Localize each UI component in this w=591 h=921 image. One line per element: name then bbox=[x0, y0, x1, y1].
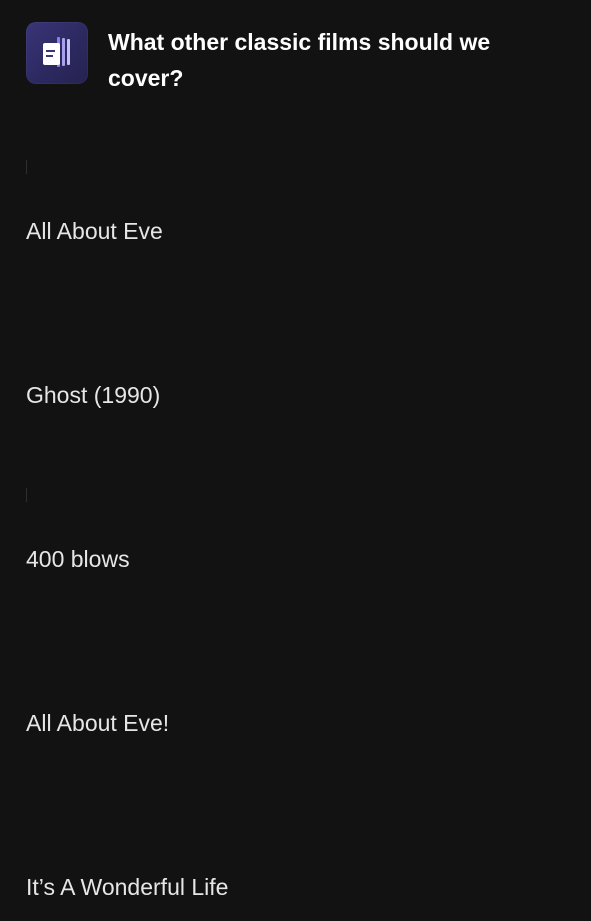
divider bbox=[26, 488, 27, 502]
answer-item[interactable]: Ghost (1990) bbox=[26, 381, 160, 409]
podcast-stack-icon bbox=[26, 22, 88, 84]
question-header: What other classic films should we cover… bbox=[26, 22, 566, 96]
answer-item[interactable]: All About Eve! bbox=[26, 709, 169, 737]
answer-list: All About Eve Ghost (1990) 400 blows All… bbox=[0, 0, 591, 921]
answer-item[interactable]: 400 blows bbox=[26, 545, 130, 573]
answer-item[interactable]: All About Eve bbox=[26, 217, 163, 245]
divider bbox=[26, 160, 27, 174]
answer-item[interactable]: It’s A Wonderful Life bbox=[26, 873, 228, 901]
question-title: What other classic films should we cover… bbox=[108, 29, 491, 91]
